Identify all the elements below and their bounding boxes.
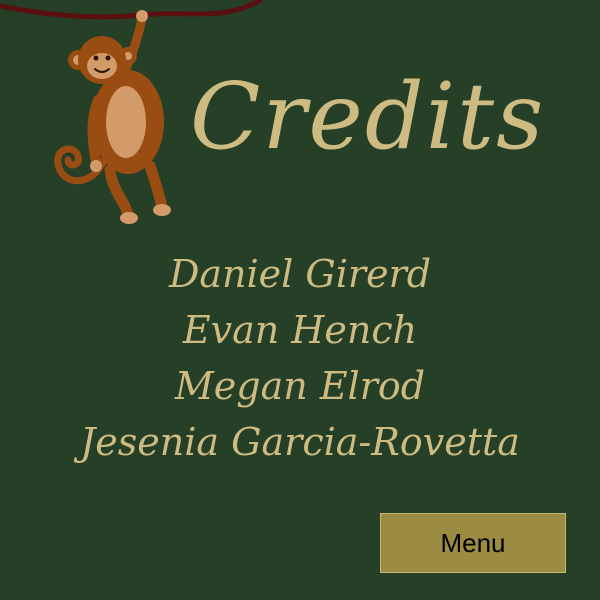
credits-screen: Credits Daniel Girerd Evan Hench Megan E… [0,0,600,600]
credits-list: Daniel Girerd Evan Hench Megan Elrod Jes… [0,246,600,470]
page-title: Credits [190,63,546,170]
vine-branch [0,0,263,20]
credit-name: Daniel Girerd [168,252,432,296]
credit-name: Jesenia Garcia-Rovetta [80,420,520,464]
credit-name: Evan Hench [182,308,418,352]
menu-button[interactable]: Menu [380,513,566,573]
credit-name: Megan Elrod [174,364,426,408]
